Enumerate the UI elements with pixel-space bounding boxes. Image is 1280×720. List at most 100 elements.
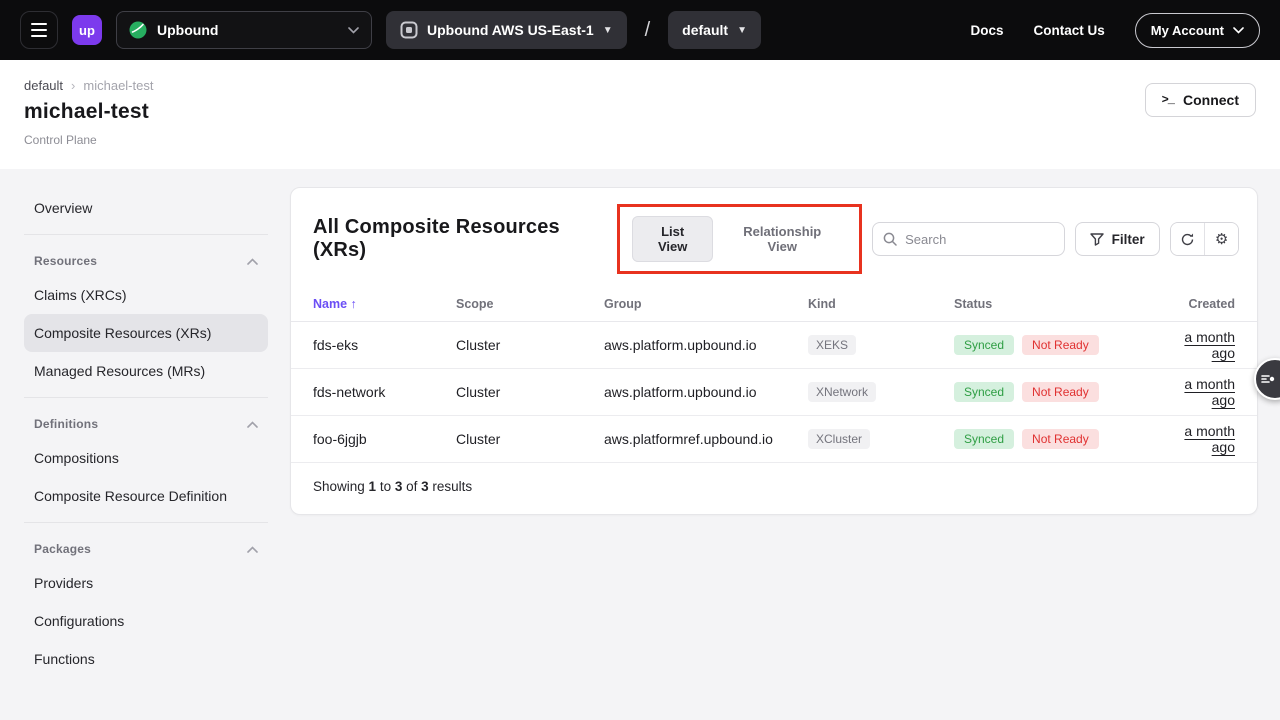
sidebar-item-compositions[interactable]: Compositions (24, 439, 268, 477)
topbar: up Upbound Upbound AWS US-East-1 ▼ / def… (0, 0, 1280, 60)
breadcrumb-separator-icon: › (71, 78, 75, 93)
card-title: All Composite Resources (XRs) (313, 216, 617, 262)
card-controls: List View Relationship View Filter (617, 204, 1239, 274)
relative-time[interactable]: a month ago (1184, 376, 1235, 408)
page-title: michael-test (24, 100, 1256, 124)
sidebar-section-resources[interactable]: Resources (24, 242, 268, 276)
group-selector-dropdown[interactable]: default ▼ (668, 11, 761, 49)
hamburger-menu-button[interactable] (20, 11, 58, 49)
relative-time[interactable]: a month ago (1184, 423, 1235, 455)
table-row[interactable]: fds-eks Cluster aws.platform.upbound.io … (291, 322, 1257, 369)
synced-badge: Synced (954, 335, 1014, 355)
connect-button-label: Connect (1183, 92, 1239, 108)
list-view-tab[interactable]: List View (632, 216, 713, 262)
table-row[interactable]: fds-network Cluster aws.platform.upbound… (291, 369, 1257, 416)
table-action-buttons: ⚙ (1170, 222, 1239, 256)
cell-scope: Cluster (456, 337, 604, 353)
org-selector-dropdown[interactable]: Upbound (116, 11, 372, 49)
sidebar-section-packages[interactable]: Packages (24, 530, 268, 564)
cell-name[interactable]: foo-6jgjb (313, 431, 456, 447)
sidebar-section-label: Packages (34, 542, 91, 556)
path-separator: / (645, 19, 651, 42)
not-ready-badge: Not Ready (1022, 335, 1099, 355)
kind-badge: XEKS (808, 335, 856, 355)
controlplane-selector-label: Upbound AWS US-East-1 (427, 22, 594, 38)
relative-time[interactable]: a month ago (1184, 329, 1235, 361)
sidebar-divider (24, 522, 268, 523)
column-header-created[interactable]: Created (1161, 297, 1235, 311)
column-header-scope[interactable]: Scope (456, 297, 604, 311)
caret-down-icon: ▼ (603, 25, 613, 36)
not-ready-badge: Not Ready (1022, 382, 1099, 402)
connect-button[interactable]: >_ Connect (1145, 83, 1256, 117)
cell-kind: XCluster (808, 429, 954, 449)
sidebar-section-label: Definitions (34, 417, 98, 431)
cell-status: Synced Not Ready (954, 335, 1161, 355)
sidebar-item-configurations[interactable]: Configurations (24, 602, 268, 640)
controlplane-icon (400, 21, 418, 39)
caret-down-icon: ▼ (737, 25, 747, 36)
sidebar-section-definitions[interactable]: Definitions (24, 405, 268, 439)
cell-kind: XEKS (808, 335, 954, 355)
sidebar-item-claims[interactable]: Claims (XRCs) (24, 276, 268, 314)
refresh-button[interactable] (1171, 223, 1205, 255)
sidebar-item-providers[interactable]: Providers (24, 564, 268, 602)
sidebar-divider (24, 234, 268, 235)
my-account-button[interactable]: My Account (1135, 13, 1260, 48)
cell-group: aws.platform.upbound.io (604, 384, 808, 400)
breadcrumb: default › michael-test (24, 78, 1256, 93)
column-header-name[interactable]: Name ↑ (313, 297, 456, 311)
sidebar-item-composite-resources[interactable]: Composite Resources (XRs) (24, 314, 268, 352)
chevron-down-icon (1233, 27, 1244, 34)
sidebar-divider (24, 397, 268, 398)
chevron-up-icon (247, 421, 258, 428)
my-account-label: My Account (1151, 23, 1224, 38)
search-input[interactable] (905, 232, 1053, 247)
column-header-group[interactable]: Group (604, 297, 808, 311)
sidebar-item-functions[interactable]: Functions (24, 640, 268, 678)
filter-button[interactable]: Filter (1075, 222, 1160, 256)
nav-link-contact-us[interactable]: Contact Us (1034, 23, 1105, 38)
table-row[interactable]: foo-6jgjb Cluster aws.platformref.upboun… (291, 416, 1257, 463)
org-selector-label: Upbound (157, 22, 338, 38)
cell-scope: Cluster (456, 431, 604, 447)
sidebar-section-label: Resources (34, 254, 97, 268)
nav-link-docs[interactable]: Docs (971, 23, 1004, 38)
group-selector-label: default (682, 22, 728, 38)
upbound-globe-icon (129, 21, 147, 39)
synced-badge: Synced (954, 429, 1014, 449)
page-header: default › michael-test michael-test Cont… (0, 60, 1280, 169)
table-header-row: Name ↑ Scope Group Kind Status Created (291, 286, 1257, 322)
search-icon (883, 232, 897, 246)
cell-created: a month ago (1161, 376, 1235, 408)
upbound-logo: up (72, 15, 102, 45)
chevron-up-icon (247, 546, 258, 553)
cell-name[interactable]: fds-network (313, 384, 456, 400)
kind-badge: XNetwork (808, 382, 876, 402)
card-header: All Composite Resources (XRs) List View … (291, 188, 1257, 286)
column-header-status[interactable]: Status (954, 297, 1161, 311)
cell-status: Synced Not Ready (954, 382, 1161, 402)
results-summary: Showing 1 to 3 of 3 results (291, 463, 1257, 514)
relationship-view-tab[interactable]: Relationship View (717, 217, 847, 261)
chevron-down-icon (348, 27, 359, 34)
cell-name[interactable]: fds-eks (313, 337, 456, 353)
topbar-left: up Upbound Upbound AWS US-East-1 ▼ / def… (20, 11, 761, 49)
breadcrumb-parent[interactable]: default (24, 78, 63, 93)
sidebar-item-overview[interactable]: Overview (24, 189, 268, 227)
breadcrumb-current: michael-test (83, 78, 153, 93)
cell-scope: Cluster (456, 384, 604, 400)
search-box[interactable] (872, 222, 1064, 256)
topbar-right: Docs Contact Us My Account (971, 13, 1260, 48)
column-header-kind[interactable]: Kind (808, 297, 954, 311)
sort-asc-icon: ↑ (351, 297, 357, 311)
funnel-icon (1090, 233, 1104, 246)
automation-settings-button[interactable]: ⚙ (1204, 223, 1238, 255)
refresh-icon (1180, 232, 1195, 247)
cell-kind: XNetwork (808, 382, 954, 402)
controlplane-selector-dropdown[interactable]: Upbound AWS US-East-1 ▼ (386, 11, 627, 49)
sidebar: Overview Resources Claims (XRCs) Composi… (24, 187, 268, 678)
not-ready-badge: Not Ready (1022, 429, 1099, 449)
sidebar-item-xrd[interactable]: Composite Resource Definition (24, 477, 268, 515)
sidebar-item-managed-resources[interactable]: Managed Resources (MRs) (24, 352, 268, 390)
